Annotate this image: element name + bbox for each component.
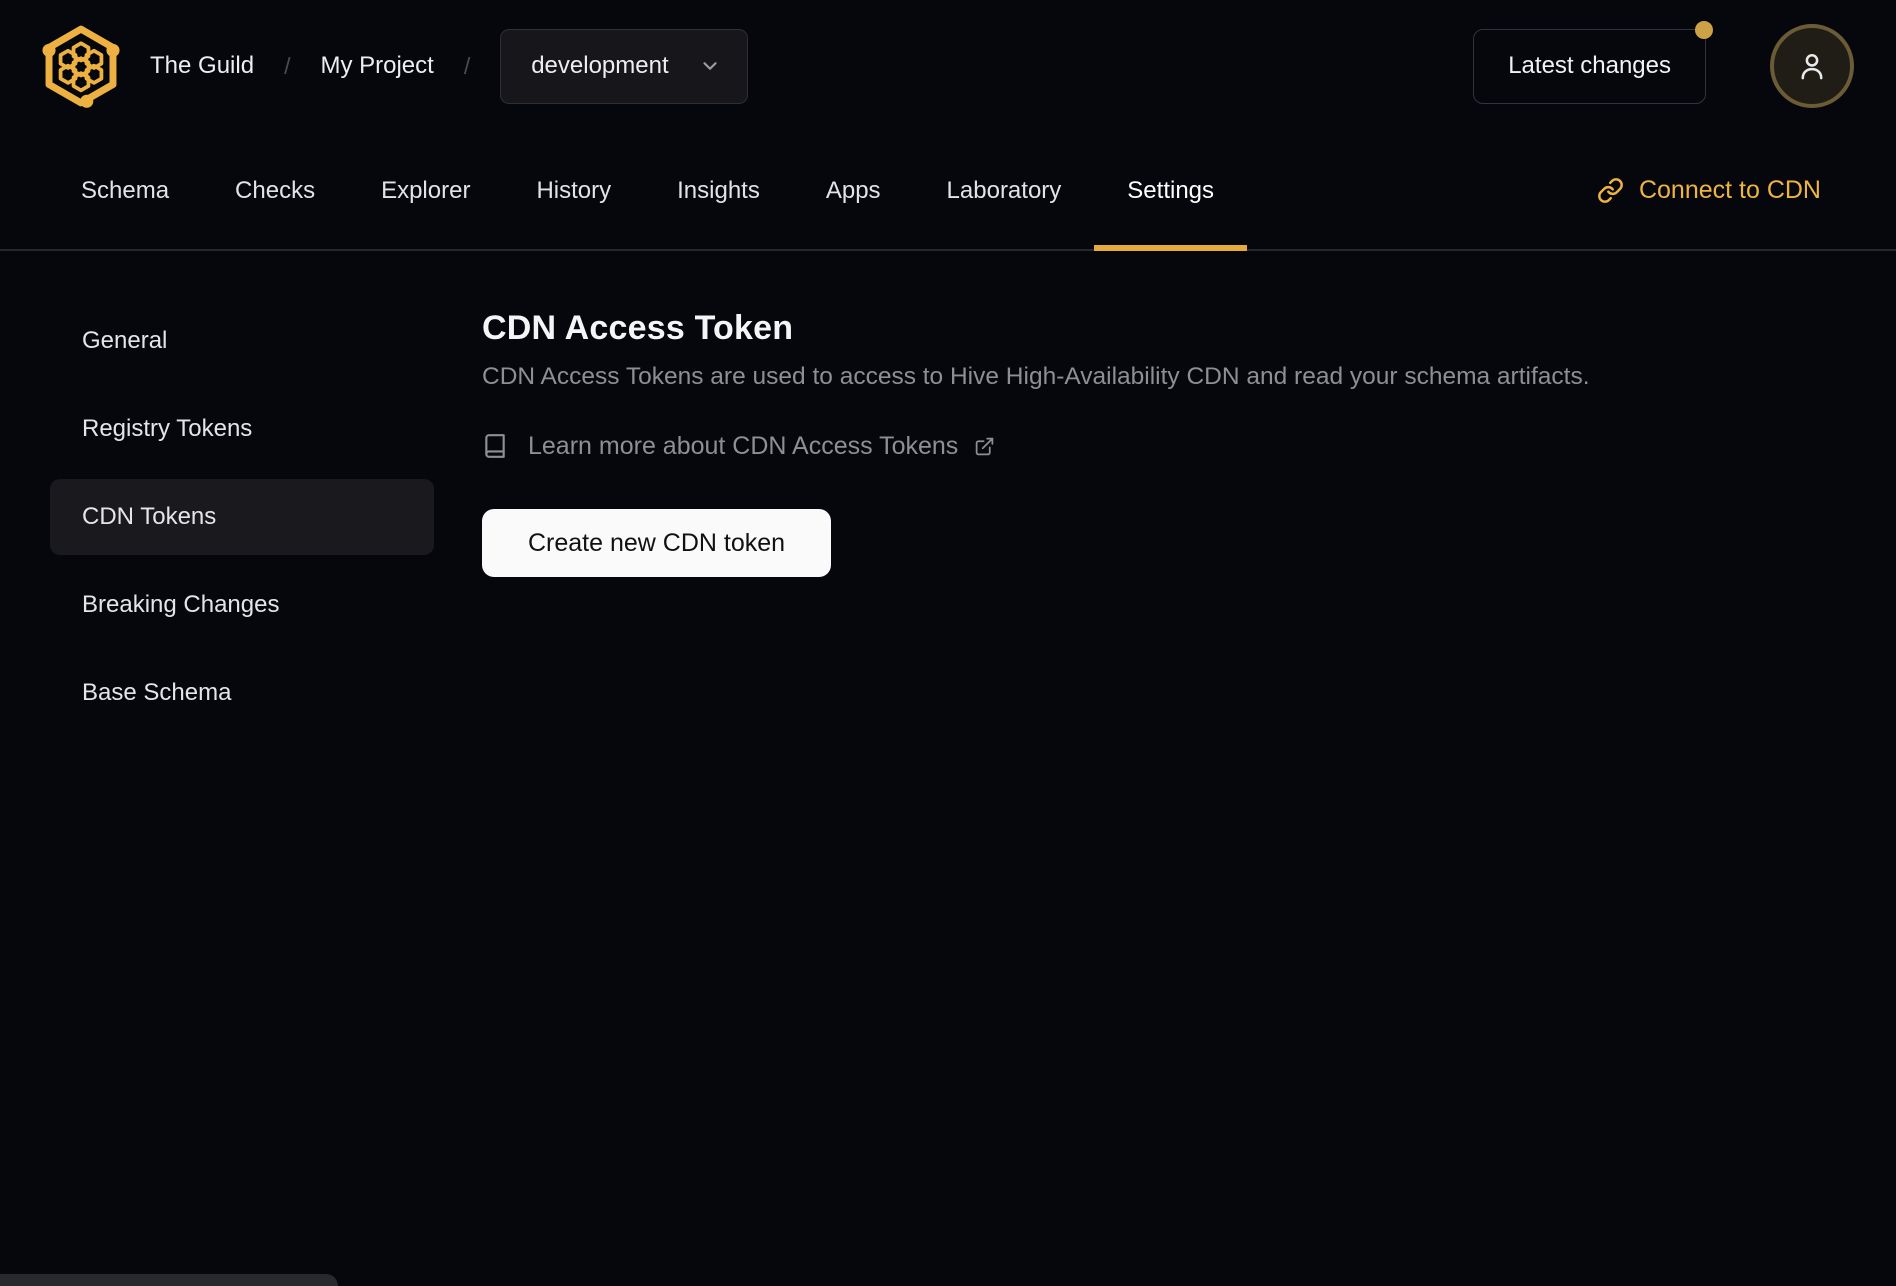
settings-sidebar: General Registry Tokens CDN Tokens Break… <box>0 251 435 1286</box>
latest-changes-label: Latest changes <box>1508 52 1671 79</box>
tab-apps[interactable]: Apps <box>826 132 881 249</box>
hive-logo-icon[interactable] <box>40 24 122 108</box>
tab-explorer[interactable]: Explorer <box>381 132 470 249</box>
breadcrumb-project[interactable]: My Project <box>320 52 433 80</box>
sidebar-item-base-schema[interactable]: Base Schema <box>50 655 434 731</box>
breadcrumb: The Guild / My Project / development <box>150 28 748 104</box>
target-selector-dropdown[interactable]: development <box>500 28 748 104</box>
learn-more-link[interactable]: Learn more about CDN Access Tokens <box>482 431 995 461</box>
target-selector-value: development <box>531 52 669 79</box>
breadcrumb-org[interactable]: The Guild <box>150 52 254 80</box>
primary-tabbar: Schema Checks Explorer History Insights … <box>0 132 1896 251</box>
notification-dot <box>1695 20 1713 39</box>
link-icon <box>1598 178 1623 203</box>
connect-to-cdn-link[interactable]: Connect to CDN <box>1597 176 1821 205</box>
sidebar-item-general[interactable]: General <box>50 303 434 379</box>
sidebar-item-cdn-tokens[interactable]: CDN Tokens <box>50 479 434 555</box>
learn-more-label: Learn more about CDN Access Tokens <box>528 431 959 460</box>
chevron-down-icon <box>703 62 717 70</box>
tab-settings[interactable]: Settings <box>1094 132 1247 251</box>
breadcrumb-separator: / <box>463 52 471 79</box>
tab-schema[interactable]: Schema <box>81 132 169 249</box>
user-icon <box>1801 53 1823 80</box>
book-icon <box>485 434 505 458</box>
breadcrumb-separator: / <box>284 52 291 79</box>
connect-to-cdn-label: Connect to CDN <box>1638 176 1821 204</box>
tab-checks[interactable]: Checks <box>235 132 315 249</box>
page-title: CDN Access Token <box>482 309 794 347</box>
sidebar-item-breaking-changes[interactable]: Breaking Changes <box>50 567 434 643</box>
external-link-icon <box>976 437 994 455</box>
tab-history[interactable]: History <box>536 132 611 249</box>
tab-laboratory[interactable]: Laboratory <box>947 132 1062 249</box>
sidebar-item-registry-tokens[interactable]: Registry Tokens <box>50 391 434 467</box>
page-description: CDN Access Tokens are used to access to … <box>482 363 1590 390</box>
cdn-token-panel: CDN Access Token CDN Access Tokens are u… <box>435 251 1896 1286</box>
bottom-widget-partial[interactable] <box>0 1274 338 1286</box>
app-header: The Guild / My Project / development Lat… <box>0 0 1896 132</box>
header-actions: Latest changes <box>1473 20 1854 108</box>
settings-content: General Registry Tokens CDN Tokens Break… <box>0 251 1896 1286</box>
tab-insights[interactable]: Insights <box>677 132 760 249</box>
latest-changes-button[interactable]: Latest changes <box>1473 20 1713 104</box>
user-avatar-button[interactable] <box>1770 24 1854 108</box>
create-cdn-token-button[interactable]: Create new CDN token <box>482 509 831 577</box>
